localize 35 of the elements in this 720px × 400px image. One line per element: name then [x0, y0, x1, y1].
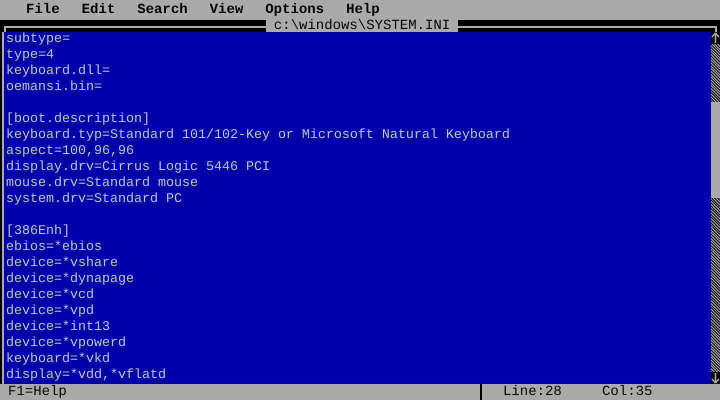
- text-line: device=*vshare: [6, 256, 118, 272]
- text-line: device=*vpd: [6, 304, 94, 320]
- text-line: display=*vdd,*vflatd: [6, 368, 166, 384]
- text-line: aspect=100,96,96: [6, 144, 134, 160]
- menu-item[interactable]: Help: [346, 2, 380, 18]
- menu-item[interactable]: Search: [137, 2, 188, 18]
- text-line: keyboard=*vkd: [6, 352, 110, 368]
- text-line: keyboard.dll=: [6, 64, 110, 80]
- text-line: display.drv=Cirrus Logic 5446 PCI: [6, 160, 270, 176]
- column-indicator: Col:35: [602, 384, 652, 400]
- help-hint: F1=Help: [7, 384, 68, 400]
- down-arrow-icon[interactable]: [711, 372, 720, 384]
- menu-item[interactable]: Edit: [82, 2, 116, 18]
- menu-item[interactable]: View: [210, 2, 244, 18]
- text-line: subtype=: [6, 32, 70, 48]
- text-line: device=*vcd: [6, 288, 94, 304]
- text-line: device=*int13: [6, 320, 110, 336]
- text-line: system.drv=Standard PC: [6, 192, 182, 208]
- text-line: mouse.drv=Standard mouse: [6, 176, 198, 192]
- editor-area[interactable]: [4, 32, 711, 384]
- up-arrow-icon[interactable]: [711, 32, 720, 44]
- text-line: keyboard.typ=Standard 101/102-Key or Microsoft Natural Keyboard: [6, 128, 510, 144]
- text-line: device=*vpowerd: [6, 336, 126, 352]
- text-line: [386Enh]: [6, 224, 70, 240]
- text-line: [boot.description]: [6, 112, 150, 128]
- text-line: oemansi.bin=: [6, 80, 102, 96]
- window-title: c:\windows\SYSTEM.INI: [266, 20, 458, 32]
- text-line: device=*dynapage: [6, 272, 134, 288]
- scroll-thumb[interactable]: [711, 102, 720, 198]
- menu-item[interactable]: Options: [265, 2, 324, 18]
- text-line: type=4: [6, 48, 54, 64]
- scroll-bar[interactable]: [711, 32, 720, 384]
- line-indicator: Line:28: [502, 384, 563, 400]
- text-line: ebios=*ebios: [6, 240, 102, 256]
- menu-item[interactable]: File: [26, 2, 60, 18]
